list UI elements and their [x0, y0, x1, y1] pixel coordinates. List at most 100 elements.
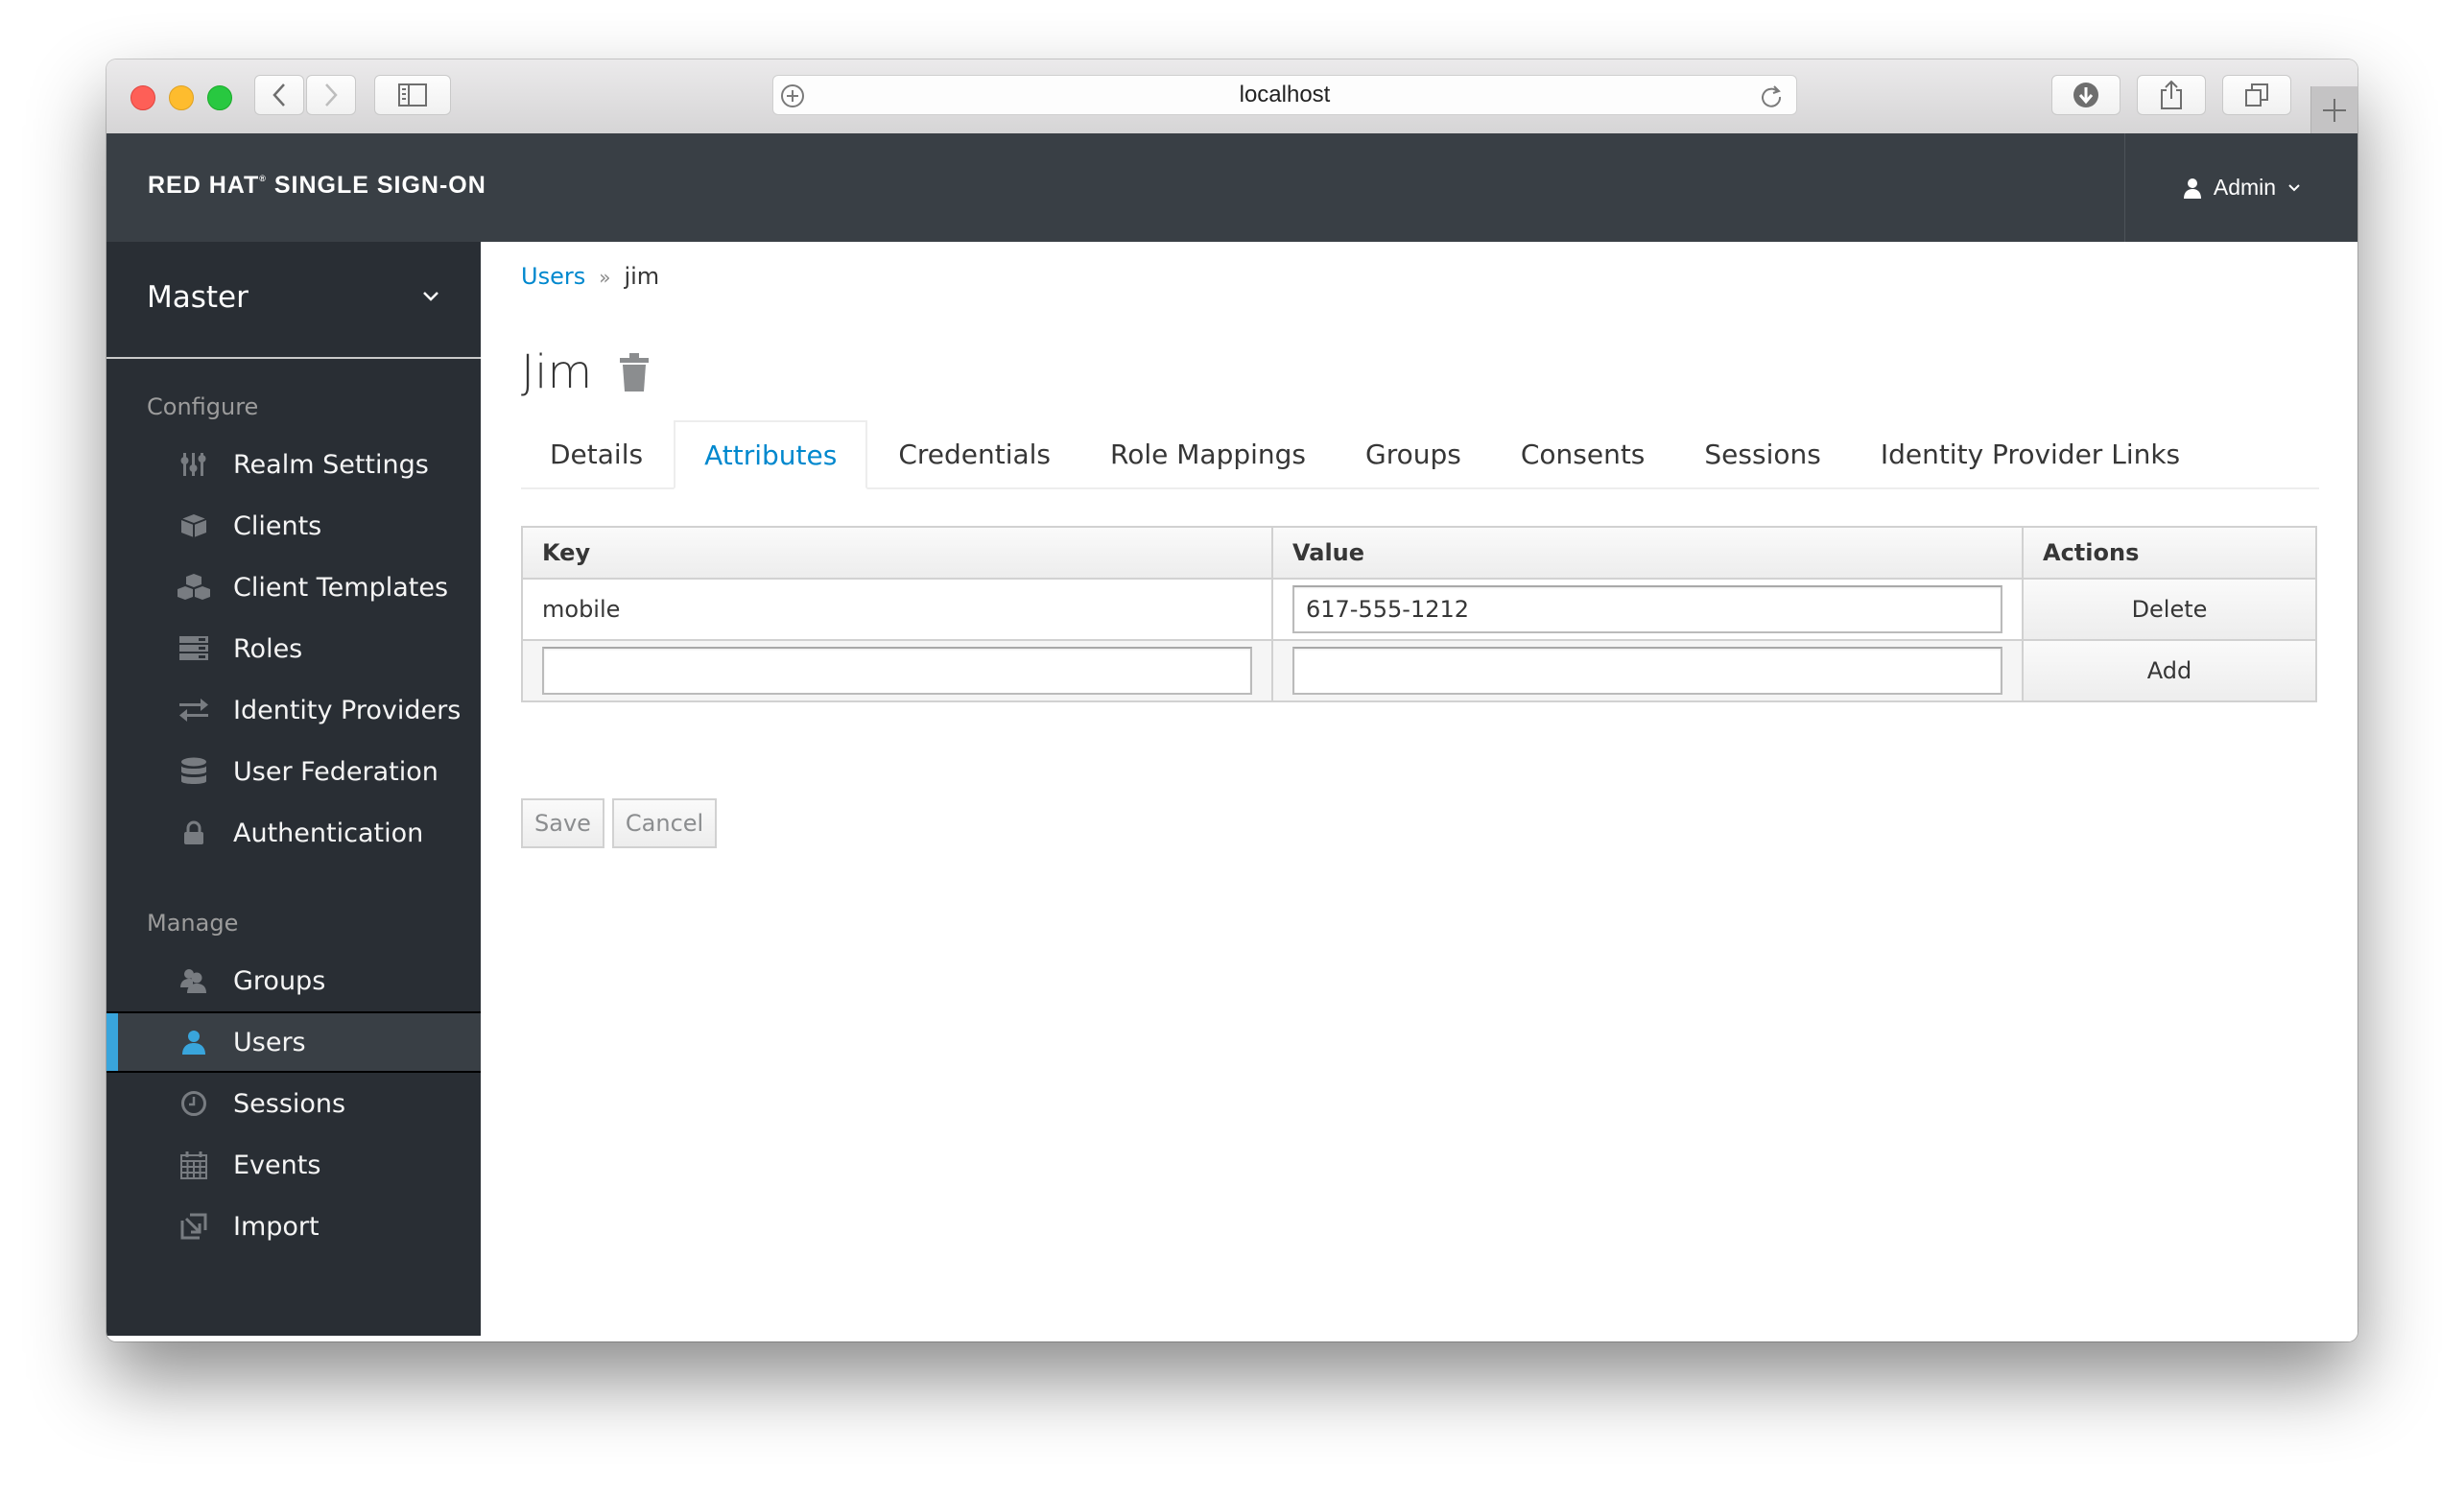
cube-icon: [176, 512, 212, 539]
sidebar-item-sessions[interactable]: Sessions: [107, 1073, 481, 1134]
tab-consents[interactable]: Consents: [1492, 420, 1674, 487]
brand-text-redhat: RED HAT: [148, 172, 260, 199]
sidebar-item-import[interactable]: Import: [107, 1196, 481, 1257]
tab-groups[interactable]: Groups: [1337, 420, 1490, 487]
new-value-cell: [1271, 639, 2024, 702]
realm-name: Master: [147, 280, 249, 315]
cubes-icon: [176, 573, 212, 602]
sidebar-item-label: Realm Settings: [233, 449, 429, 480]
chevron-right-icon: [325, 83, 338, 107]
add-bookmark-icon[interactable]: [779, 83, 806, 109]
sidebar-item-client-templates[interactable]: Client Templates: [107, 557, 481, 618]
delete-attribute-button[interactable]: Delete: [2022, 578, 2317, 641]
sidebar-item-label: Import: [233, 1211, 320, 1242]
downloads-button[interactable]: [2051, 75, 2120, 115]
sidebar-item-label: Client Templates: [233, 572, 449, 603]
cancel-button[interactable]: Cancel: [611, 798, 718, 848]
add-attribute-button[interactable]: Add: [2022, 639, 2317, 702]
breadcrumb-separator: »: [599, 266, 611, 289]
section-title-manage: Manage: [147, 910, 239, 937]
user-icon: [2183, 178, 2201, 199]
back-button[interactable]: [254, 75, 304, 115]
sidebar-item-identity-providers[interactable]: Identity Providers: [107, 679, 481, 741]
sidebar-icon: [398, 83, 427, 107]
sidebar-item-realm-settings[interactable]: Realm Settings: [107, 434, 481, 495]
sidebar-item-label: User Federation: [233, 756, 438, 787]
delete-user-button[interactable]: [619, 353, 650, 392]
share-icon: [2161, 80, 2182, 109]
sidebar-item-users[interactable]: Users: [107, 1011, 481, 1073]
tabs-icon: [2245, 83, 2268, 107]
sidebar-item-clients[interactable]: Clients: [107, 495, 481, 557]
plus-icon: [2323, 98, 2346, 122]
save-button[interactable]: Save: [521, 798, 604, 848]
reload-icon[interactable]: [1758, 83, 1785, 109]
new-tab-button[interactable]: [2310, 86, 2357, 133]
share-button[interactable]: [2137, 75, 2206, 115]
chevron-down-icon: [2288, 183, 2300, 191]
attributes-table: Key Value Actions mobile Delete: [521, 526, 2317, 702]
page-title: Jim: [521, 345, 593, 399]
sidebar-item-authentication[interactable]: Authentication: [107, 802, 481, 864]
new-attribute-value-input[interactable]: [1292, 647, 2002, 695]
sidebar-item-events[interactable]: Events: [107, 1134, 481, 1196]
brand-registered-mark: ®: [259, 174, 267, 183]
browser-titlebar: localhost: [107, 59, 2357, 134]
realm-selector[interactable]: Master: [107, 242, 481, 359]
app-header: RED HAT® SINGLE SIGN-ON Admin: [107, 133, 2357, 243]
breadcrumb-current: jim: [624, 263, 660, 290]
close-window-button[interactable]: [130, 85, 155, 110]
download-icon: [2073, 83, 2098, 107]
clock-icon: [176, 1090, 212, 1117]
import-icon: [176, 1213, 212, 1240]
tab-details[interactable]: Details: [521, 420, 672, 487]
address-bar[interactable]: localhost: [772, 75, 1797, 115]
sidebar-toggle-button[interactable]: [374, 75, 451, 115]
form-buttons: Save Cancel: [521, 798, 718, 848]
breadcrumb-users-link[interactable]: Users: [521, 263, 585, 290]
chevron-down-icon: [423, 292, 438, 301]
user-menu-button[interactable]: Admin: [2124, 133, 2357, 242]
tab-attributes[interactable]: Attributes: [674, 420, 868, 489]
attribute-value-input[interactable]: [1292, 585, 2002, 633]
brand-logo: RED HAT® SINGLE SIGN-ON: [148, 172, 486, 200]
sidebar-item-label: Sessions: [233, 1088, 346, 1119]
sidebar-item-label: Identity Providers: [233, 695, 462, 725]
sidebar-item-roles[interactable]: Roles: [107, 618, 481, 679]
breadcrumb: Users » jim: [521, 263, 659, 290]
tab-overview-button[interactable]: [2222, 75, 2291, 115]
chevron-left-icon: [272, 83, 285, 107]
sidebar-item-label: Roles: [233, 633, 303, 664]
lock-icon: [176, 820, 212, 845]
url-text: localhost: [1239, 82, 1331, 107]
sidebar-item-groups[interactable]: Groups: [107, 950, 481, 1011]
users-icon: [176, 968, 212, 993]
tab-identity-provider-links[interactable]: Identity Provider Links: [1852, 420, 2209, 487]
zoom-window-button[interactable]: [207, 85, 232, 110]
sidebar-item-label: Users: [233, 1027, 306, 1057]
tab-credentials[interactable]: Credentials: [869, 420, 1079, 487]
minimize-window-button[interactable]: [169, 85, 194, 110]
section-title-configure: Configure: [147, 393, 259, 420]
table-row: mobile Delete: [521, 578, 2317, 641]
sidebar: Master Configure Realm Settings Clients …: [107, 242, 481, 1336]
new-attribute-row: Add: [521, 639, 2317, 702]
column-header-key: Key: [521, 526, 1273, 580]
trash-icon: [620, 353, 650, 392]
attribute-key: mobile: [521, 578, 1273, 641]
forward-button[interactable]: [306, 75, 356, 115]
sidebar-item-label: Events: [233, 1150, 321, 1180]
exchange-icon: [176, 699, 212, 722]
new-attribute-key-input[interactable]: [542, 647, 1252, 695]
tab-sessions[interactable]: Sessions: [1675, 420, 1849, 487]
column-header-actions: Actions: [2022, 526, 2317, 580]
browser-window: localhost RED HAT® SINGLE SIGN-ON Admin …: [107, 59, 2357, 1341]
sidebar-item-label: Authentication: [233, 818, 424, 848]
tab-role-mappings[interactable]: Role Mappings: [1081, 420, 1335, 487]
sidebar-item-user-federation[interactable]: User Federation: [107, 741, 481, 802]
column-header-value: Value: [1271, 526, 2024, 580]
new-key-cell: [521, 639, 1273, 702]
calendar-icon: [176, 1151, 212, 1179]
database-icon: [176, 757, 212, 786]
table-header-row: Key Value Actions: [521, 526, 2317, 580]
